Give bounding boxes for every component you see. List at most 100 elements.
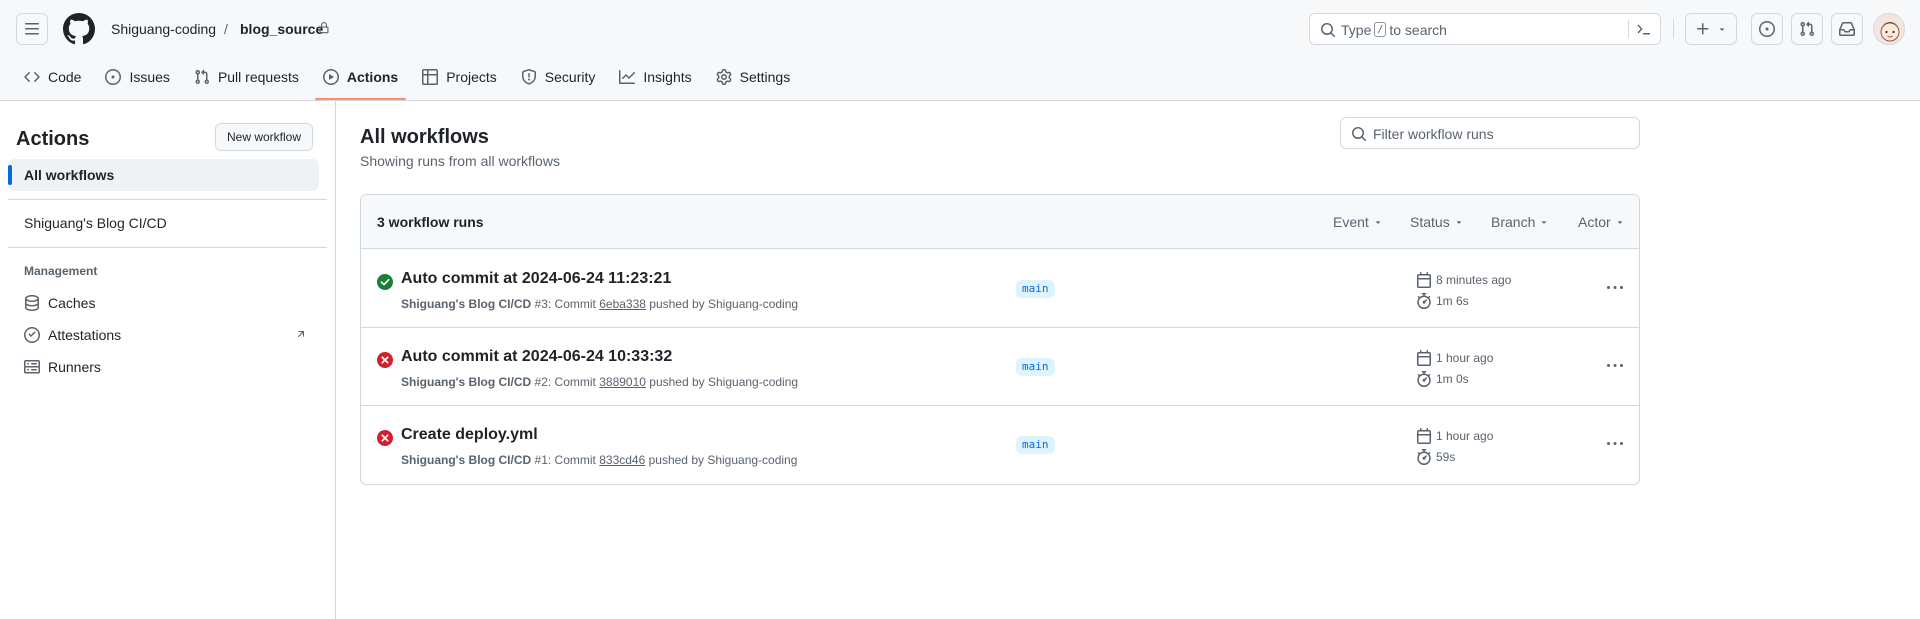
run-duration: 59s	[1416, 449, 1455, 465]
table-icon	[422, 69, 439, 85]
branch-badge[interactable]: main	[1016, 358, 1055, 376]
kebab-horizontal-icon	[1607, 436, 1623, 452]
sidebar-item-attestations[interactable]: Attestations	[8, 319, 319, 351]
tab-issues[interactable]: Issues	[97, 62, 177, 92]
triangle-down-icon	[1539, 217, 1549, 227]
lock-icon	[318, 21, 330, 35]
play-icon	[322, 69, 339, 85]
inbox-icon	[1839, 21, 1855, 37]
sidebar-item-caches[interactable]: Caches	[8, 287, 319, 319]
tab-pull-requests[interactable]: Pull requests	[186, 62, 307, 92]
status-filter-dropdown[interactable]: Status	[1410, 214, 1464, 230]
issue-opened-icon	[1759, 21, 1775, 37]
git-pull-request-icon	[194, 69, 210, 85]
kebab-horizontal-icon	[1607, 358, 1623, 374]
repo-nav-tabs: Code Issues Pull requests Actions Projec…	[16, 62, 806, 100]
global-header: Shiguang-coding / blog_source Type / to …	[0, 0, 1920, 101]
actions-sidebar: Actions New workflow All workflows Shigu…	[0, 101, 336, 619]
shield-icon	[521, 69, 537, 85]
commit-sha-link[interactable]: 6eba338	[599, 297, 646, 311]
branch-badge[interactable]: main	[1016, 280, 1055, 298]
workflow-run-row[interactable]: Create deploy.yml Shiguang's Blog CI/CD …	[361, 406, 1639, 484]
workflow-runs-list: 3 workflow runs Event Status Branch Acto…	[360, 194, 1640, 485]
plus-icon	[1695, 21, 1711, 37]
run-timestamp: 1 hour ago	[1416, 428, 1493, 444]
arrow-up-right-icon	[295, 328, 307, 340]
user-avatar[interactable]	[1873, 13, 1905, 45]
search-icon	[1320, 22, 1336, 38]
calendar-icon	[1416, 428, 1432, 444]
run-duration: 1m 0s	[1416, 371, 1469, 387]
commit-sha-link[interactable]: 833cd46	[599, 453, 645, 467]
global-search-input[interactable]: Type / to search	[1309, 13, 1661, 45]
workflow-run-row[interactable]: Auto commit at 2024-06-24 11:23:21 Shigu…	[361, 250, 1639, 328]
triangle-down-icon	[1454, 217, 1464, 227]
kebab-horizontal-icon	[1607, 280, 1623, 296]
page-title: All workflows	[360, 126, 489, 148]
workflow-run-meta: Shiguang's Blog CI/CD #3: Commit 6eba338…	[401, 297, 799, 311]
sidebar-divider	[8, 199, 327, 200]
stopwatch-icon	[1416, 449, 1432, 465]
commit-sha-link[interactable]: 3889010	[599, 375, 646, 389]
stopwatch-icon	[1416, 371, 1432, 387]
actor-filter-dropdown[interactable]: Actor	[1578, 214, 1625, 230]
triangle-down-icon	[1615, 217, 1625, 227]
branch-badge[interactable]: main	[1016, 436, 1055, 454]
tab-code[interactable]: Code	[16, 62, 89, 92]
run-options-button[interactable]	[1599, 430, 1631, 458]
code-icon	[24, 69, 40, 85]
github-logo-icon[interactable]	[63, 13, 95, 45]
command-palette-icon[interactable]	[1636, 21, 1652, 37]
sidebar-item-all-workflows[interactable]: All workflows	[8, 159, 319, 191]
breadcrumb-owner[interactable]: Shiguang-coding	[111, 20, 216, 38]
tab-settings[interactable]: Settings	[708, 62, 799, 92]
sidebar-item-workflow[interactable]: Shiguang's Blog CI/CD	[8, 207, 319, 239]
hamburger-icon	[24, 21, 40, 37]
workflow-run-title[interactable]: Create deploy.yml	[401, 425, 538, 445]
search-icon	[1351, 126, 1367, 142]
run-options-button[interactable]	[1599, 274, 1631, 302]
run-timestamp: 8 minutes ago	[1416, 272, 1511, 288]
graph-icon	[619, 69, 636, 85]
inbox-button[interactable]	[1831, 13, 1863, 45]
search-placeholder: Type / to search	[1341, 21, 1447, 38]
server-icon	[24, 359, 40, 375]
filter-workflow-runs-input[interactable]	[1373, 125, 1633, 143]
sidebar-item-runners[interactable]: Runners	[8, 351, 319, 383]
issues-button[interactable]	[1751, 13, 1783, 45]
tab-security[interactable]: Security	[513, 62, 604, 92]
workflow-run-title[interactable]: Auto commit at 2024-06-24 10:33:32	[401, 347, 672, 367]
breadcrumb-repo[interactable]: blog_source	[240, 20, 323, 38]
search-divider	[1628, 20, 1629, 38]
tab-projects[interactable]: Projects	[414, 62, 505, 92]
filter-workflow-runs[interactable]	[1340, 117, 1640, 149]
create-new-button[interactable]	[1685, 13, 1737, 45]
workflow-run-meta: Shiguang's Blog CI/CD #1: Commit 833cd46…	[401, 453, 798, 467]
sidebar-divider	[8, 247, 327, 248]
branch-filter-dropdown[interactable]: Branch	[1491, 214, 1549, 230]
verified-icon	[24, 327, 40, 343]
triangle-down-icon	[1373, 217, 1383, 227]
slash-key-hint: /	[1374, 22, 1387, 37]
workflow-run-title[interactable]: Auto commit at 2024-06-24 11:23:21	[401, 269, 671, 289]
workflow-run-row[interactable]: Auto commit at 2024-06-24 10:33:32 Shigu…	[361, 328, 1639, 406]
run-duration: 1m 6s	[1416, 293, 1469, 309]
workflow-runs-count: 3 workflow runs	[377, 214, 484, 230]
database-icon	[24, 295, 40, 311]
page-subtitle: Showing runs from all workflows	[360, 153, 560, 169]
calendar-icon	[1416, 272, 1432, 288]
tab-insights[interactable]: Insights	[611, 62, 699, 92]
breadcrumb-separator: /	[224, 21, 228, 37]
x-circle-fill-icon	[377, 352, 393, 368]
git-pull-request-icon	[1799, 21, 1815, 37]
pull-requests-button[interactable]	[1791, 13, 1823, 45]
hamburger-menu-button[interactable]	[16, 13, 48, 45]
x-circle-fill-icon	[377, 430, 393, 446]
tab-actions[interactable]: Actions	[314, 62, 407, 100]
new-workflow-button[interactable]: New workflow	[215, 123, 314, 151]
run-options-button[interactable]	[1599, 352, 1631, 380]
run-timestamp: 1 hour ago	[1416, 350, 1493, 366]
stopwatch-icon	[1416, 293, 1432, 309]
sidebar-group-management: Management	[24, 264, 98, 278]
event-filter-dropdown[interactable]: Event	[1333, 214, 1383, 230]
